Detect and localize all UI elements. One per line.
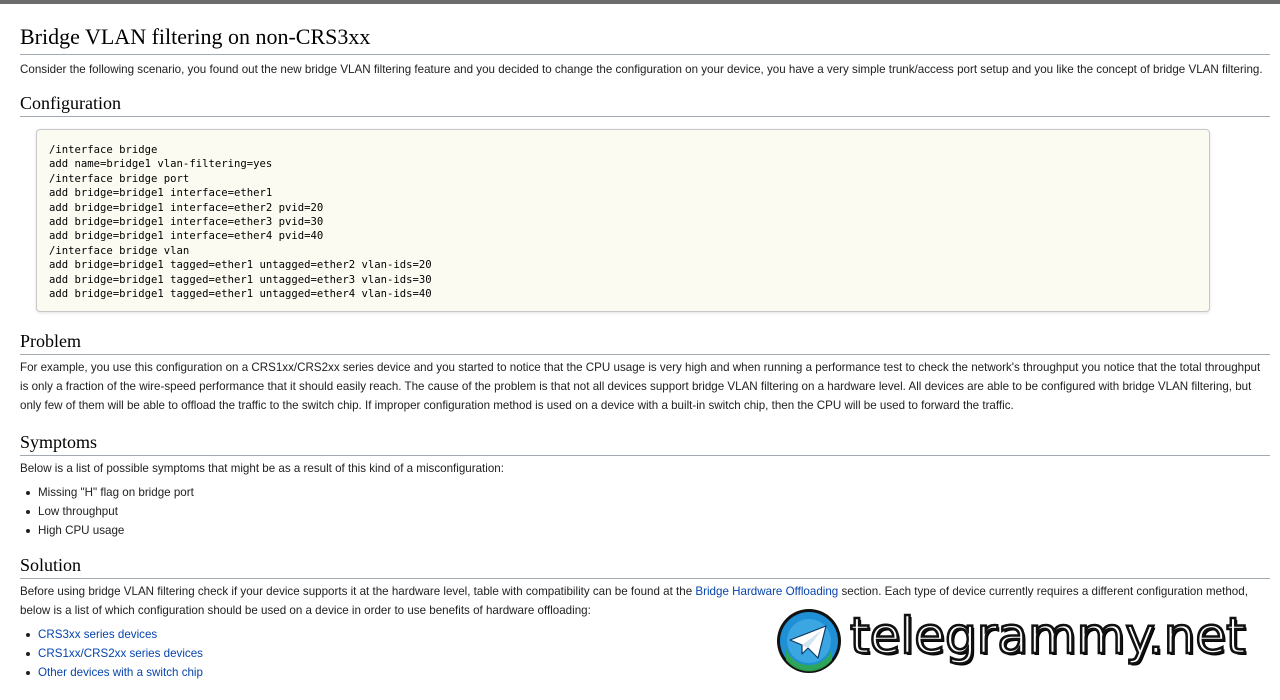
watermark-text: telegrammy.net: [849, 606, 1247, 667]
symptoms-list: Missing "H" flag on bridge port Low thro…: [20, 483, 1270, 540]
code-content[interactable]: /interface bridge add name=bridge1 vlan-…: [49, 143, 1197, 301]
list-item: Low throughput: [26, 502, 1270, 521]
problem-heading: Problem: [20, 329, 1270, 356]
solution-text-before: Before using bridge VLAN filtering check…: [20, 585, 696, 599]
symptoms-heading: Symptoms: [20, 430, 1270, 457]
list-item: Missing "H" flag on bridge port: [26, 483, 1270, 502]
page-title: Bridge VLAN filtering on non-CRS3xx: [20, 22, 1270, 55]
symptoms-paragraph: Below is a list of possible symptoms tha…: [20, 462, 504, 476]
crs3xx-link[interactable]: CRS3xx series devices: [38, 628, 157, 641]
list-item: High CPU usage: [26, 521, 1270, 540]
problem-paragraph: For example, you use this configuration …: [20, 361, 1261, 413]
bridge-hardware-offloading-link[interactable]: Bridge Hardware Offloading: [695, 585, 838, 598]
solution-heading: Solution: [20, 553, 1270, 580]
configuration-heading: Configuration: [20, 91, 1270, 117]
window-top-border: [0, 0, 1280, 4]
article-content: Bridge VLAN filtering on non-CRS3xx Cons…: [20, 22, 1270, 682]
code-block: /interface bridge add name=bridge1 vlan-…: [36, 129, 1210, 313]
watermark: telegrammy.net: [776, 604, 1266, 676]
other-devices-link[interactable]: Other devices with a switch chip: [38, 666, 203, 679]
paper-plane-icon: [777, 609, 841, 673]
intro-paragraph: Consider the following scenario, you fou…: [20, 63, 1263, 76]
crs1xx-crs2xx-link[interactable]: CRS1xx/CRS2xx series devices: [38, 647, 203, 660]
